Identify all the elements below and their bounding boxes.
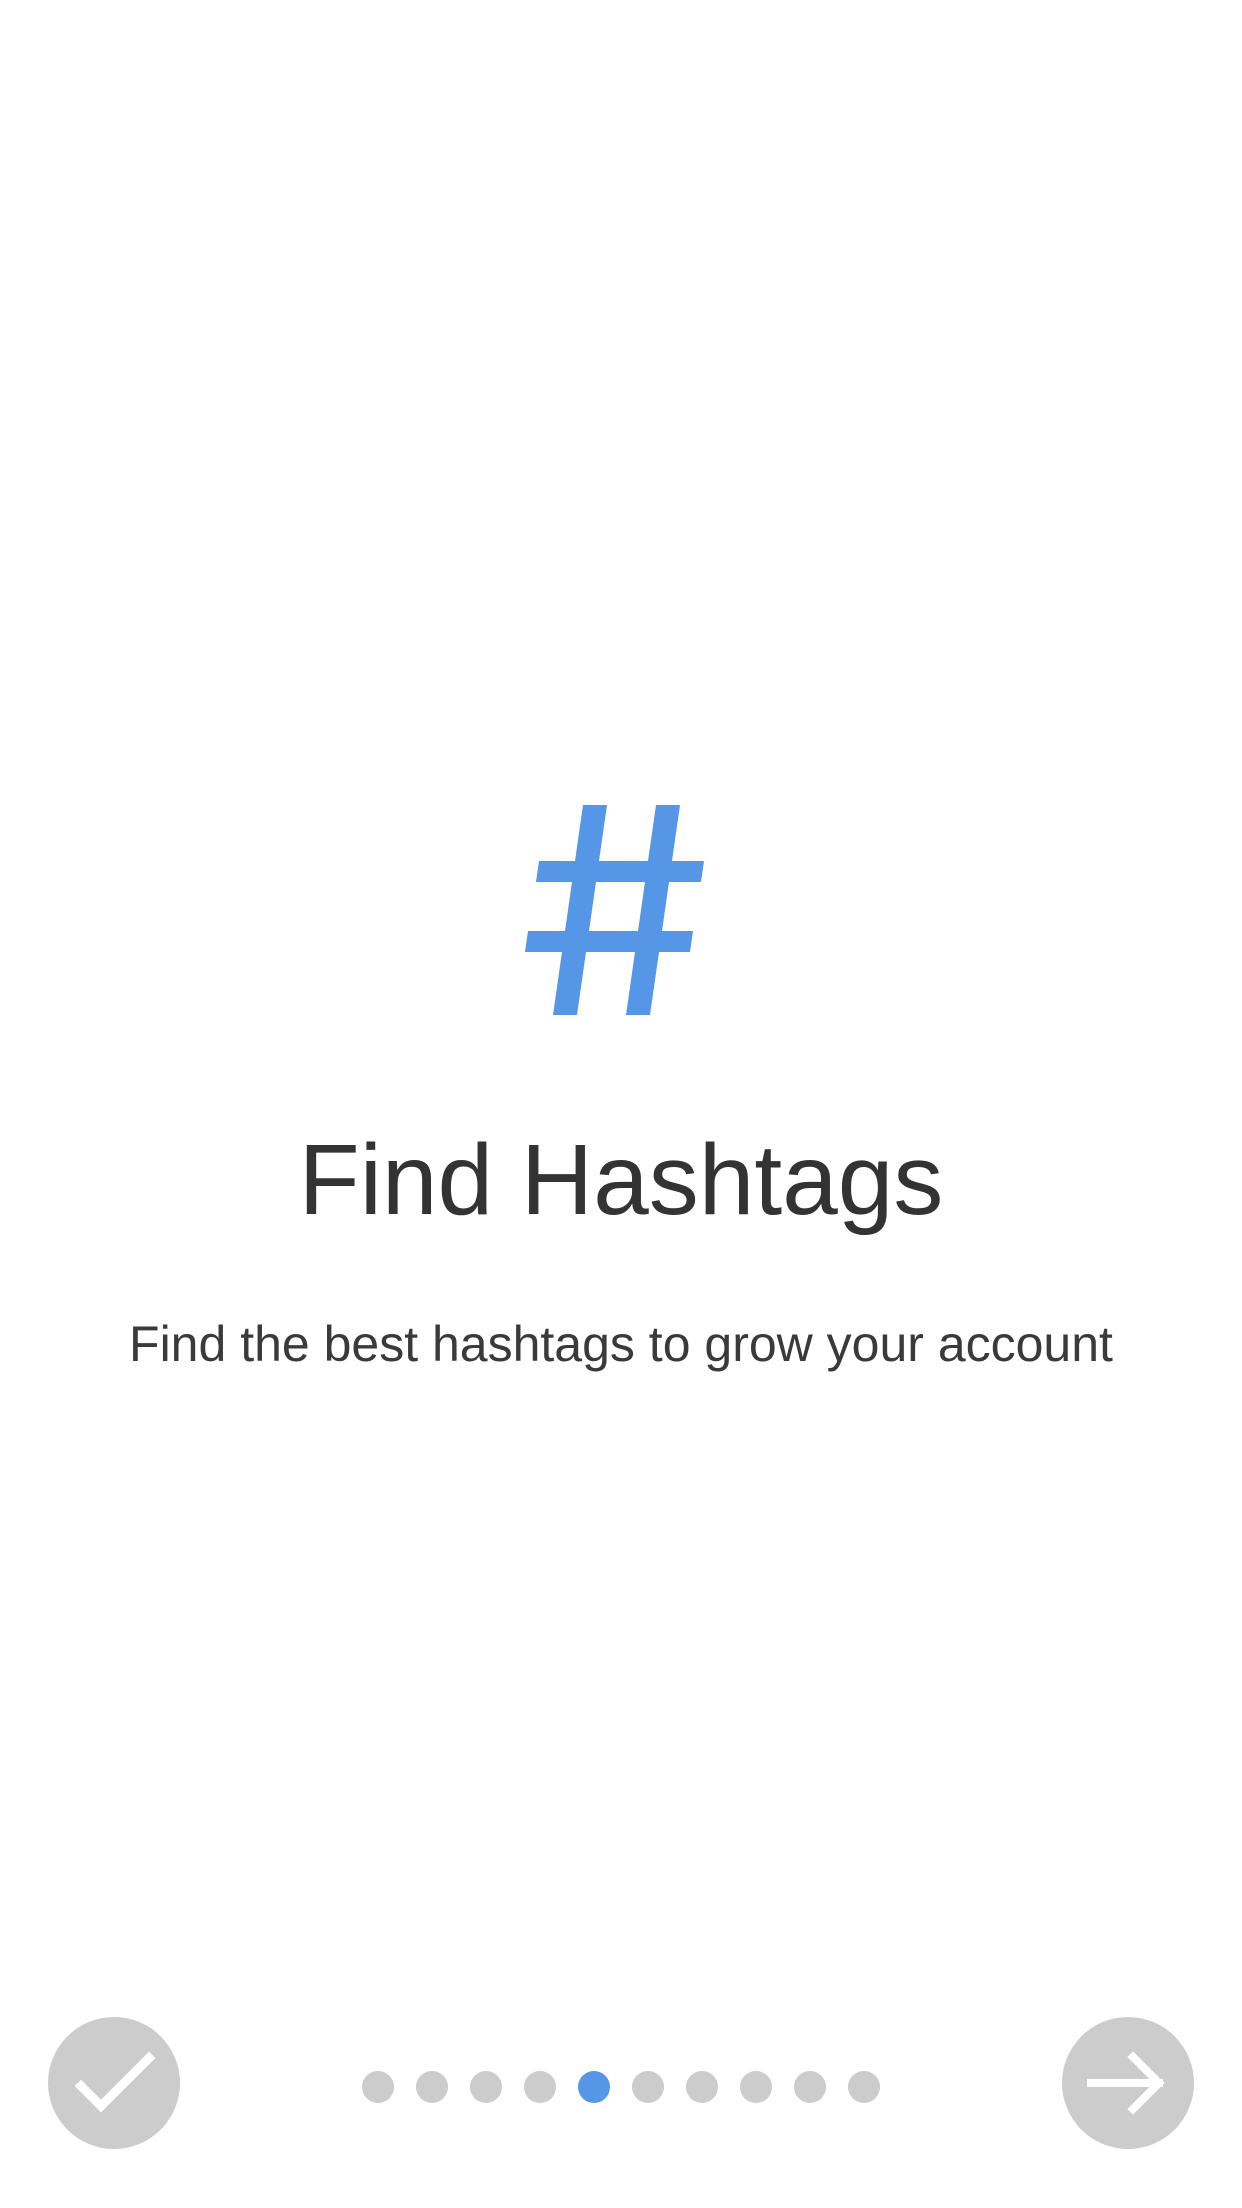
page-dot-active[interactable] <box>578 2071 610 2103</box>
page-dot[interactable] <box>632 2071 664 2103</box>
page-dot[interactable] <box>362 2071 394 2103</box>
page-dot[interactable] <box>794 2071 826 2103</box>
page-dot[interactable] <box>524 2071 556 2103</box>
page-dot[interactable] <box>416 2071 448 2103</box>
hashtag-icon <box>525 805 704 1015</box>
description-text: Find the best hashtags to grow your acco… <box>110 1316 1133 1390</box>
page-indicator <box>362 2071 880 2103</box>
description-container: Find the best hashtags to grow your acco… <box>90 1308 1152 1390</box>
done-button[interactable] <box>48 2017 180 2149</box>
page-title: Find Hashtags <box>298 1124 944 1236</box>
page-dot[interactable] <box>470 2071 502 2103</box>
page-dot[interactable] <box>686 2071 718 2103</box>
checkmark-icon <box>74 2051 156 2113</box>
page-dot[interactable] <box>740 2071 772 2103</box>
page-dot[interactable] <box>848 2071 880 2103</box>
arrow-right-icon <box>1087 2051 1165 2115</box>
next-button[interactable] <box>1062 2017 1194 2149</box>
